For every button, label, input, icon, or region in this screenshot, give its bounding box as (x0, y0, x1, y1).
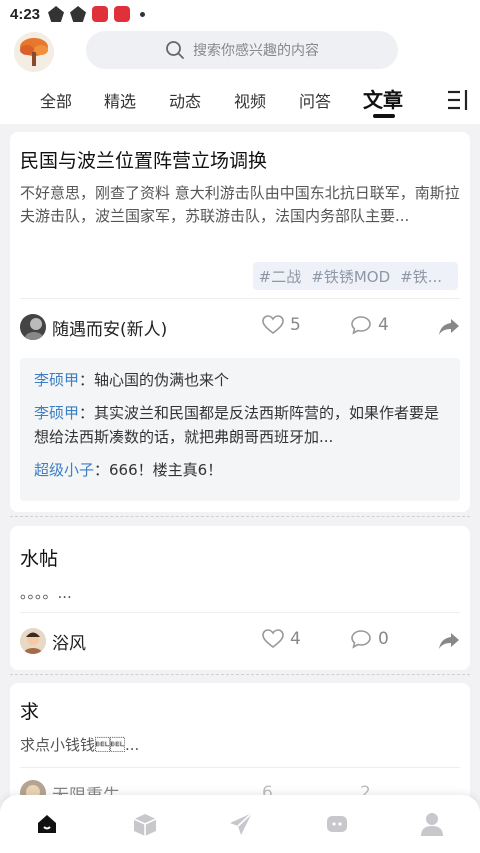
share-icon[interactable] (438, 318, 460, 336)
home-icon[interactable] (36, 813, 58, 835)
share-icon[interactable] (438, 632, 460, 650)
divider (20, 767, 460, 768)
author-row: 随遇而安(新人) 5 4 (20, 312, 460, 342)
commenter-name[interactable]: 李硕甲 (34, 371, 79, 389)
avatar[interactable] (20, 314, 46, 340)
header: 搜索你感兴趣的内容 全部 精选 动态 视频 问答 文章 (0, 28, 480, 124)
chat-icon[interactable] (325, 813, 349, 837)
comment-text: ：666！楼主真6！ (94, 461, 223, 479)
avatar[interactable] (20, 628, 46, 654)
app-notification-icon (92, 6, 109, 22)
send-icon[interactable] (228, 811, 254, 837)
tab-moments[interactable]: 动态 (169, 88, 201, 112)
heart-icon (262, 629, 284, 649)
comment-count: 4 (378, 315, 389, 335)
tab-articles[interactable]: 文章 (363, 84, 403, 113)
profile-icon[interactable] (420, 811, 444, 837)
active-tab-indicator (373, 114, 395, 118)
post-title[interactable]: 水帖 (20, 544, 58, 571)
author-name[interactable]: 随遇而安(新人) (52, 315, 167, 340)
post-title[interactable]: 民国与波兰位置阵营立场调换 (20, 146, 267, 173)
tag[interactable]: #二战 (259, 266, 302, 287)
comment-count: 0 (378, 629, 389, 649)
weather-icon-2 (70, 6, 87, 22)
weather-icon (48, 6, 65, 22)
post-card[interactable]: 水帖 。。。。... 浴风 4 0 (10, 526, 470, 670)
comment-item: 李硕甲：轴心国的伪满也来个 (34, 368, 446, 392)
commenter-name[interactable]: 李硕甲 (34, 404, 79, 422)
comment-text: ：其实波兰和民国都是反法西斯阵营的，如果作者要是想给法西斯凑数的话，就把弗朗哥西… (34, 404, 440, 446)
search-icon (166, 41, 184, 59)
tag[interactable]: #铁... (400, 266, 442, 287)
app-notification-icon-2 (114, 6, 131, 22)
comment-button[interactable]: 4 (350, 315, 389, 335)
search-placeholder: 搜索你感兴趣的内容 (193, 43, 319, 59)
comment-text: ：轴心国的伪满也来个 (79, 371, 230, 389)
commenter-name[interactable]: 超级小子 (34, 461, 94, 479)
more-notifications-dot (140, 11, 146, 17)
post-card[interactable]: 民国与波兰位置阵营立场调换 不好意思，刚查了资料 意大利游击队由中国东北抗日联军… (10, 132, 470, 512)
like-button[interactable]: 5 (262, 315, 301, 335)
post-excerpt[interactable]: 求点小钱钱... (20, 734, 460, 757)
divider (20, 612, 460, 613)
tab-featured[interactable]: 精选 (104, 88, 136, 112)
heart-icon (262, 315, 284, 335)
tab-all[interactable]: 全部 (40, 88, 72, 112)
search-bar[interactable]: 搜索你感兴趣的内容 (86, 31, 398, 69)
divider (20, 298, 460, 299)
tab-video[interactable]: 视频 (234, 88, 266, 112)
comment-button[interactable]: 0 (350, 629, 389, 649)
author-name[interactable]: 浴风 (52, 629, 86, 654)
card-separator (10, 674, 470, 675)
post-title[interactable]: 求 (20, 697, 39, 724)
status-bar: 4:23 (0, 0, 480, 28)
post-excerpt[interactable]: 不好意思，刚查了资料 意大利游击队由中国东北抗日联军，南斯拉夫游击队，波兰国家军… (20, 182, 460, 228)
box-icon[interactable] (132, 812, 158, 838)
tag-list: #二战 #铁锈MOD #铁... (252, 262, 458, 290)
comment-icon (351, 630, 371, 649)
like-count: 4 (290, 629, 301, 649)
status-time: 4:23 (10, 5, 41, 23)
category-tabs: 全部 精选 动态 视频 问答 文章 (0, 84, 480, 124)
tab-menu-icon[interactable] (446, 88, 470, 112)
bottom-navigation (0, 795, 480, 853)
like-button[interactable]: 4 (262, 629, 301, 649)
post-excerpt[interactable]: 。。。。... (20, 582, 460, 605)
user-avatar-tree[interactable] (14, 32, 54, 72)
comment-item: 超级小子：666！楼主真6！ (34, 458, 446, 482)
comment-icon (351, 316, 371, 335)
like-count: 5 (290, 315, 301, 335)
tag[interactable]: #铁锈MOD (311, 266, 390, 287)
card-separator (10, 516, 470, 517)
author-row: 浴风 4 0 (20, 626, 460, 656)
comment-item: 李硕甲：其实波兰和民国都是反法西斯阵营的，如果作者要是想给法西斯凑数的话，就把弗… (34, 401, 446, 449)
tab-qa[interactable]: 问答 (299, 88, 331, 112)
comment-preview[interactable]: 李硕甲：轴心国的伪满也来个 李硕甲：其实波兰和民国都是反法西斯阵营的，如果作者要… (20, 358, 460, 501)
